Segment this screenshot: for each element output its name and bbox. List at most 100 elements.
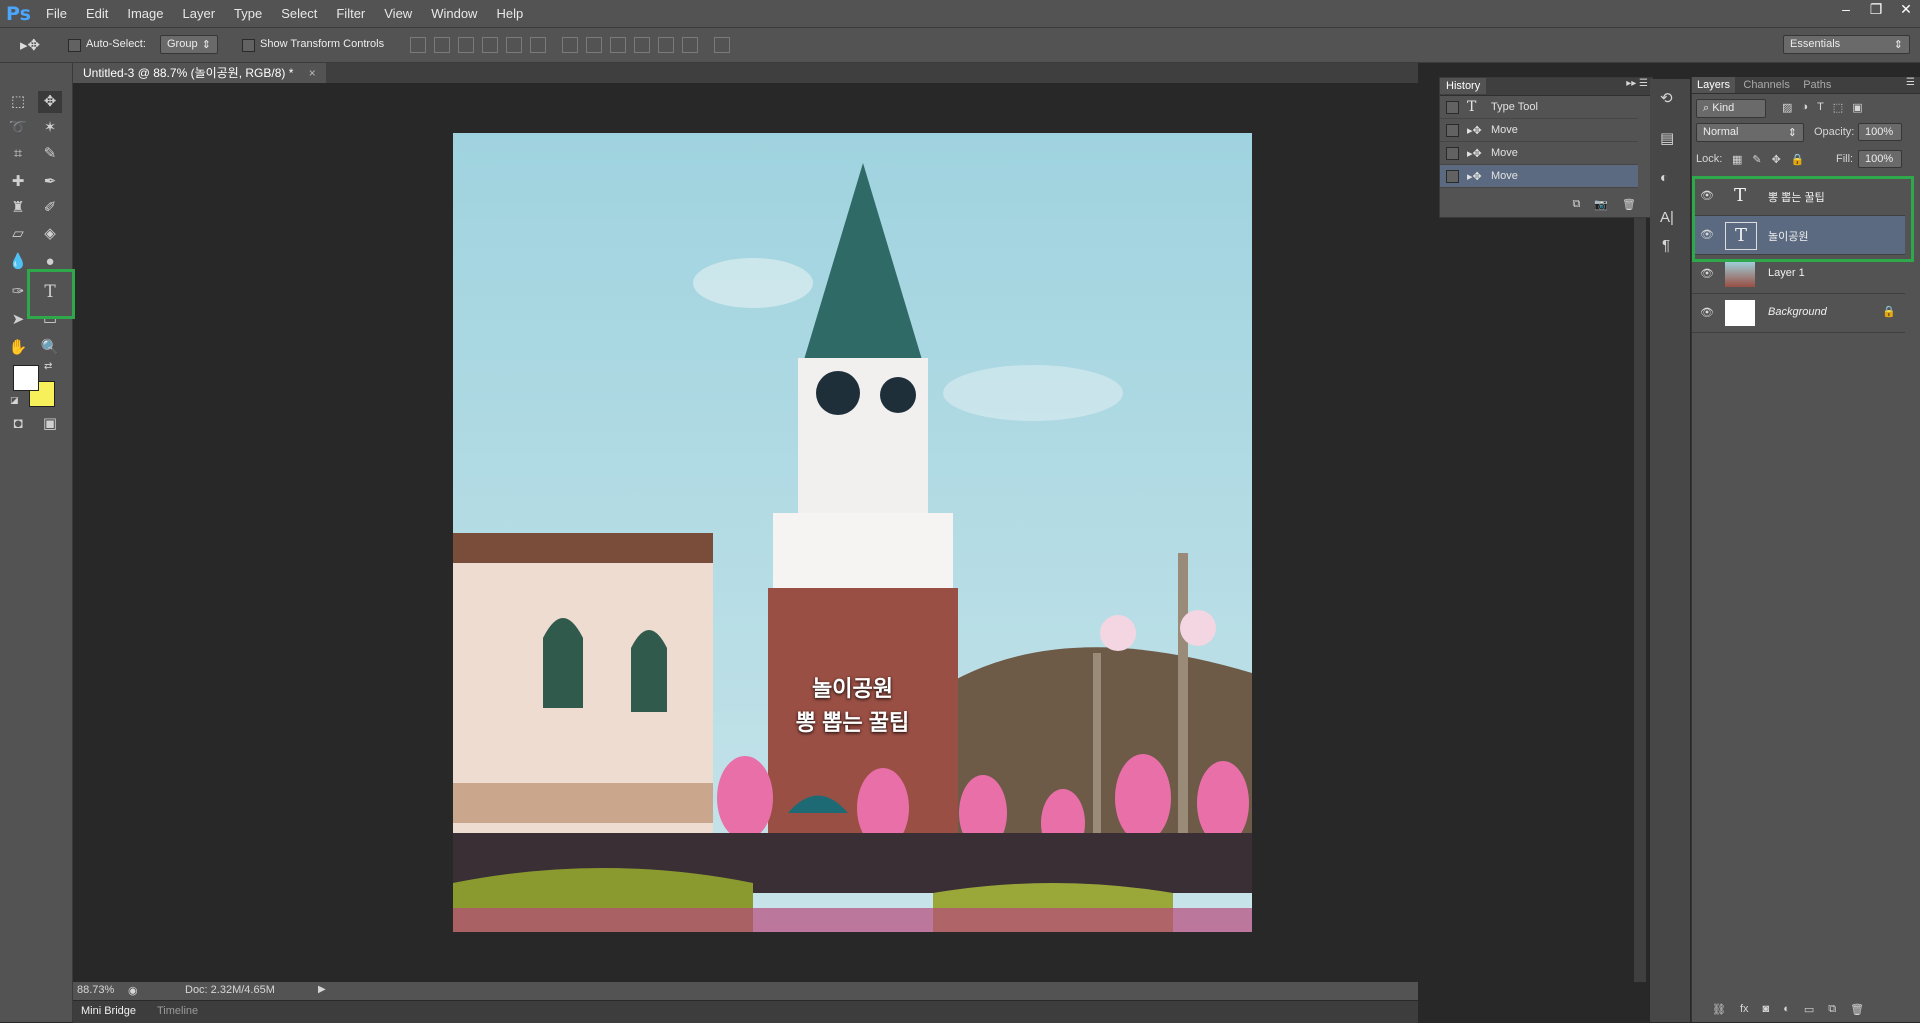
auto-align-icon[interactable] — [714, 37, 730, 53]
history-snapshot-checkbox[interactable] — [1446, 123, 1459, 137]
trash-icon[interactable]: 🗑 — [1850, 1003, 1864, 1016]
default-colors-icon[interactable]: ◪ — [10, 395, 19, 406]
history-item[interactable]: ▸✥ Move — [1440, 119, 1638, 142]
marquee-tool-icon[interactable]: ⬚ — [6, 91, 30, 113]
move-tool-icon[interactable]: ✥ — [38, 91, 62, 113]
menu-file[interactable]: File — [46, 6, 67, 21]
align-right-icon[interactable] — [530, 37, 546, 53]
paint-bucket-tool-icon[interactable]: ◈ — [38, 223, 62, 245]
tab-paths[interactable]: Paths — [1798, 77, 1836, 93]
lock-position-icon[interactable]: ✥ — [1772, 153, 1781, 166]
adjustments-panel-icon[interactable]: ◐ — [1660, 169, 1668, 185]
tab-timeline[interactable]: Timeline — [157, 1005, 198, 1017]
layer-name[interactable]: Layer 1 — [1768, 267, 1805, 279]
panel-menu-icon[interactable]: ☰ — [1906, 77, 1920, 88]
properties-panel-icon[interactable]: ▤ — [1660, 129, 1674, 147]
history-snapshot-checkbox[interactable] — [1446, 169, 1459, 183]
history-snapshot-checkbox[interactable] — [1446, 100, 1459, 114]
align-bottom-icon[interactable] — [458, 37, 474, 53]
document-tab[interactable]: Untitled-3 @ 88.7% (놀이공원, RGB/8) * × — [73, 63, 326, 83]
overlay-text-line2[interactable]: 뽕 뽑는 꿀팁 — [453, 705, 1252, 737]
new-document-from-state-icon[interactable]: ⧉ — [1572, 198, 1580, 211]
distribute-vcenter-icon[interactable] — [586, 37, 602, 53]
eye-icon[interactable]: 👁 — [1700, 267, 1714, 280]
menu-view[interactable]: View — [384, 6, 412, 21]
layer-filter-dropdown[interactable]: ⌕ Kind — [1696, 99, 1766, 118]
distribute-left-icon[interactable] — [634, 37, 650, 53]
history-brush-tool-icon[interactable]: ✐ — [38, 197, 62, 219]
history-panel-icon[interactable]: ⟲ — [1660, 89, 1673, 107]
status-menu-arrow-icon[interactable]: ▶ — [318, 984, 326, 995]
history-item[interactable]: ▸✥ Move — [1440, 142, 1638, 165]
tab-layers[interactable]: Layers — [1692, 77, 1736, 93]
trash-icon[interactable]: 🗑 — [1622, 198, 1636, 211]
menu-type[interactable]: Type — [234, 6, 262, 21]
magic-wand-tool-icon[interactable]: ✶ — [38, 117, 62, 139]
align-vcenter-icon[interactable] — [434, 37, 450, 53]
eyedropper-tool-icon[interactable]: ✎ — [38, 143, 62, 165]
add-mask-icon[interactable]: ◙ — [1763, 1003, 1770, 1016]
document-canvas[interactable]: 놀이공원 뽕 뽑는 꿀팁 — [453, 133, 1252, 932]
minimize-button[interactable]: – — [1832, 0, 1860, 18]
history-item[interactable]: T Type Tool — [1440, 96, 1638, 119]
menu-help[interactable]: Help — [496, 6, 523, 21]
quick-mask-icon[interactable]: ◘ — [6, 413, 30, 435]
zoom-level[interactable]: 88.73% — [77, 984, 114, 996]
tab-channels[interactable]: Channels — [1738, 77, 1794, 93]
distribute-bottom-icon[interactable] — [610, 37, 626, 53]
distribute-hcenter-icon[interactable] — [658, 37, 674, 53]
adjustment-filter-icon[interactable]: ◑ — [1801, 101, 1808, 114]
swap-colors-icon[interactable]: ⇄ — [44, 361, 52, 372]
brush-tool-icon[interactable]: ✒ — [38, 171, 62, 193]
lock-pixels-icon[interactable]: ✎ — [1752, 153, 1761, 166]
link-layers-icon[interactable]: ⛓ — [1712, 1003, 1726, 1016]
crop-tool-icon[interactable]: ⌗ — [6, 143, 30, 165]
tab-mini-bridge[interactable]: Mini Bridge — [81, 1005, 136, 1017]
clone-stamp-tool-icon[interactable]: ♜ — [6, 197, 30, 219]
history-tab[interactable]: History — [1440, 78, 1487, 94]
pixel-filter-icon[interactable]: ▨ — [1782, 101, 1792, 114]
eraser-tool-icon[interactable]: ▱ — [6, 223, 30, 245]
paragraph-panel-icon[interactable]: ¶ — [1662, 237, 1670, 254]
lock-transparent-icon[interactable]: ▦ — [1732, 153, 1742, 166]
lock-all-icon[interactable]: 🔒 — [1791, 153, 1805, 166]
workspace-switcher[interactable]: Essentials ⇕ — [1783, 35, 1910, 54]
fx-icon[interactable]: fx — [1740, 1003, 1749, 1016]
eye-icon[interactable]: 👁 — [1700, 306, 1714, 319]
new-layer-icon[interactable]: ⧉ — [1828, 1003, 1836, 1016]
healing-brush-tool-icon[interactable]: ✚ — [6, 171, 30, 193]
align-top-icon[interactable] — [410, 37, 426, 53]
menu-window[interactable]: Window — [431, 6, 477, 21]
lasso-tool-icon[interactable]: ➰ — [6, 117, 30, 139]
panel-menu-icon[interactable]: ▸▸ ☰ — [1626, 78, 1652, 89]
menu-image[interactable]: Image — [127, 6, 163, 21]
layer-row[interactable]: 👁 Background 🔒 — [1692, 294, 1905, 333]
close-tab-icon[interactable]: × — [309, 66, 316, 80]
show-transform-checkbox[interactable] — [242, 38, 255, 53]
menu-layer[interactable]: Layer — [183, 6, 216, 21]
adjustment-layer-icon[interactable]: ◐ — [1783, 1003, 1790, 1016]
distribute-right-icon[interactable] — [682, 37, 698, 53]
auto-select-dropdown[interactable]: Group ⇕ — [160, 35, 218, 54]
menu-select[interactable]: Select — [281, 6, 317, 21]
auto-select-checkbox[interactable] — [68, 38, 81, 53]
screen-mode-icon[interactable]: ▣ — [38, 413, 62, 435]
restore-button[interactable]: ❐ — [1862, 0, 1890, 18]
character-panel-icon[interactable]: A| — [1660, 209, 1674, 226]
zoom-tool-icon[interactable]: 🔍 — [38, 337, 62, 359]
shape-filter-icon[interactable]: ⬚ — [1833, 101, 1843, 114]
smart-object-filter-icon[interactable]: ▣ — [1852, 101, 1862, 114]
align-hcenter-icon[interactable] — [506, 37, 522, 53]
layer-name[interactable]: Background — [1768, 306, 1827, 318]
menu-filter[interactable]: Filter — [336, 6, 365, 21]
history-item-selected[interactable]: ▸✥ Move — [1440, 165, 1638, 188]
history-snapshot-checkbox[interactable] — [1446, 146, 1459, 160]
camera-icon[interactable]: 📷 — [1594, 198, 1608, 211]
new-group-icon[interactable]: ▭ — [1804, 1003, 1814, 1016]
type-filter-icon[interactable]: T — [1817, 101, 1824, 114]
fill-field[interactable]: 100% — [1858, 150, 1902, 168]
menu-edit[interactable]: Edit — [86, 6, 108, 21]
hand-tool-icon[interactable]: ✋ — [6, 337, 30, 359]
move-tool-preset-icon[interactable]: ▸✥ — [20, 36, 40, 54]
foreground-color-swatch-front[interactable] — [13, 365, 39, 391]
